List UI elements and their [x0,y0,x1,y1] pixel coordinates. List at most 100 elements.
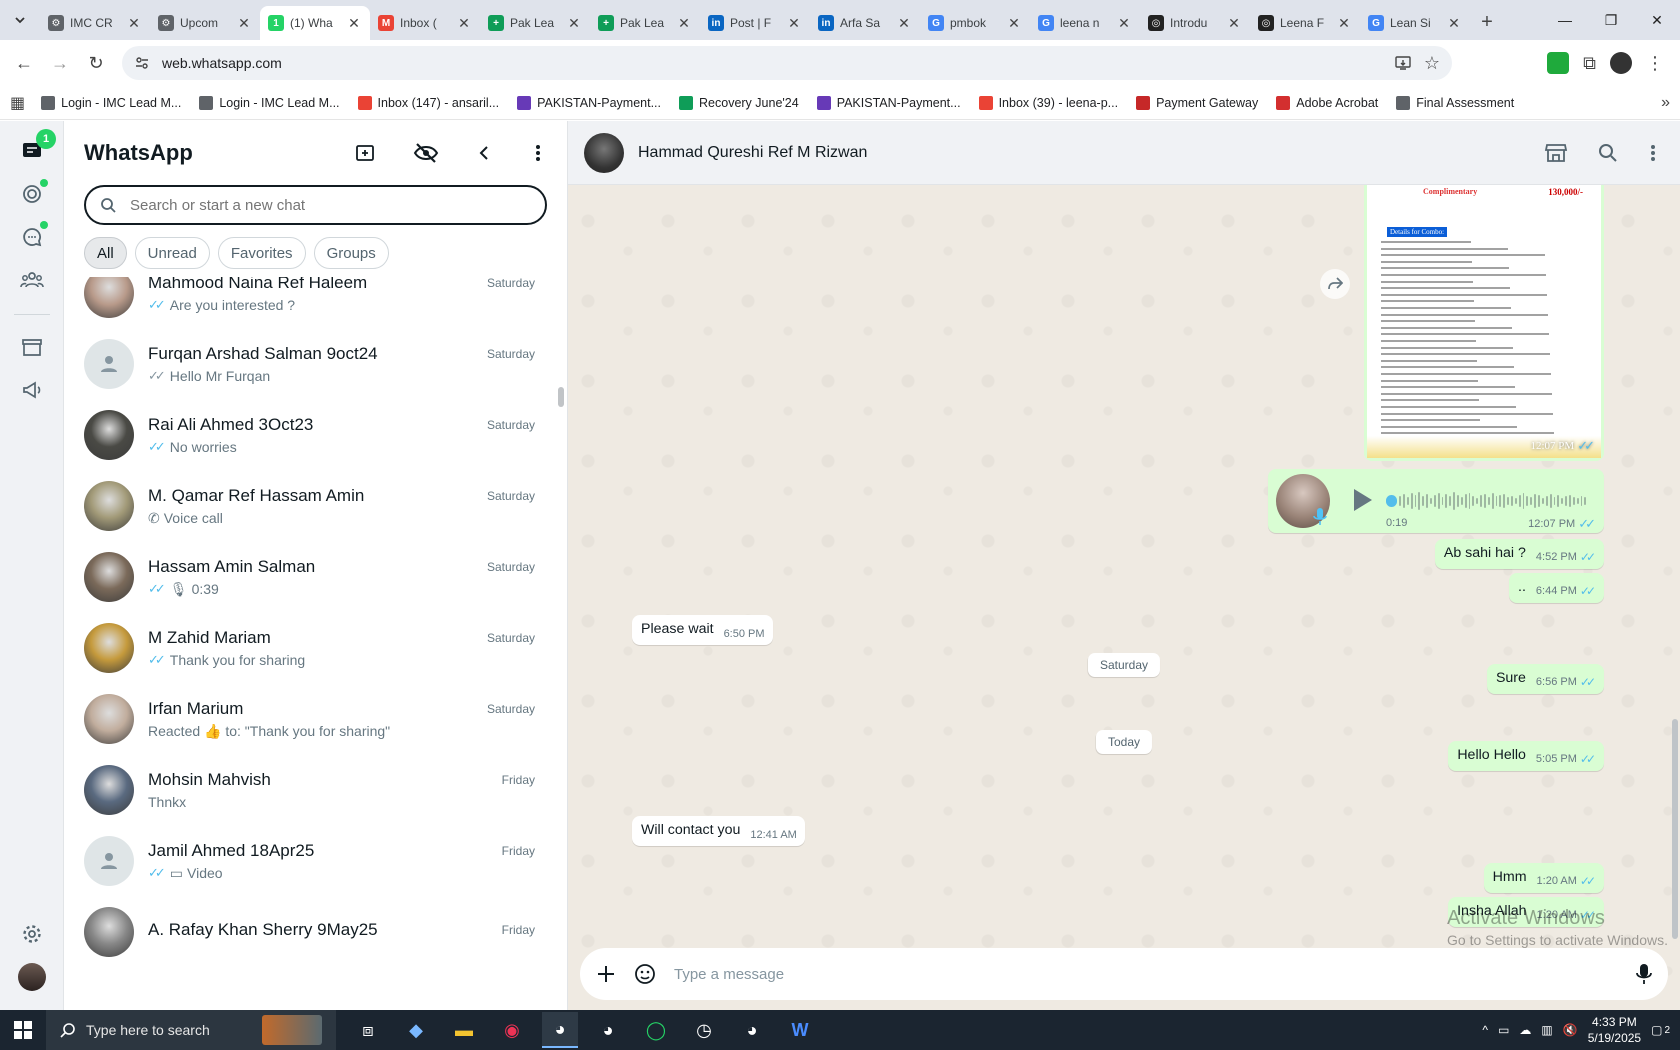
chat-list-item[interactable]: Jamil Ahmed 18Apr25 Friday ✓✓ ▭ Video [64,823,555,899]
chrome-menu-icon[interactable]: ⋮ [1646,53,1664,74]
contact-avatar[interactable] [584,132,624,173]
contact-name[interactable]: Hammad Qureshi Ref M Rizwan [638,144,1544,162]
outgoing-message[interactable]: Hello Hello 5:05 PM ✓✓ [1448,741,1604,771]
voice-waveform[interactable] [1386,491,1587,511]
conversation-header[interactable]: Hammad Qureshi Ref M Rizwan [568,121,1680,185]
close-tab-icon[interactable]: ✕ [786,15,802,32]
browser-tab[interactable]: in Arfa Sa ✕ [810,6,920,40]
browser-tab[interactable]: ⚙ Upcom ✕ [150,6,260,40]
browser-tab[interactable]: G Lean Si ✕ [1360,6,1470,40]
document-image[interactable]: Complimentary 130,000/- Details for Comb… [1367,185,1601,458]
close-window-button[interactable]: ✕ [1634,0,1680,40]
filter-chip-unread[interactable]: Unread [134,237,210,269]
sticker-emoji-icon[interactable] [634,963,656,985]
close-tab-icon[interactable]: ✕ [566,15,582,32]
volume-muted-icon[interactable]: 🔇 [1563,1023,1578,1037]
message-input[interactable]: Type a message [674,966,1618,983]
task-view-icon[interactable]: ⧈ [350,1012,386,1048]
close-tab-icon[interactable]: ✕ [1226,15,1242,32]
outgoing-message[interactable]: .. 6:44 PM ✓✓ [1509,573,1604,603]
bookmark-item[interactable]: Inbox (147) - ansaril... [357,95,499,110]
filter-chip-favorites[interactable]: Favorites [217,237,306,269]
apps-grid-icon[interactable]: ▦ [10,93,25,113]
close-tab-icon[interactable]: ✕ [126,15,142,32]
bookmark-item[interactable]: Adobe Acrobat [1276,95,1378,110]
meet-now-icon[interactable]: ▭ [1498,1023,1509,1037]
browser-tab[interactable]: Gpmbok ✕ [920,6,1030,40]
hidden-eye-icon[interactable] [413,142,439,164]
search-messages-icon[interactable] [1598,143,1618,163]
incoming-message[interactable]: Please wait 6:50 PM [632,615,773,645]
image-message[interactable]: Complimentary 130,000/- Details for Comb… [1364,185,1604,461]
filter-chip-groups[interactable]: Groups [313,237,389,269]
menu-dots-icon[interactable] [529,143,547,163]
onedrive-icon[interactable]: ☁ [1519,1023,1531,1037]
bookmark-item[interactable]: Login - IMC Lead M... [41,95,181,110]
tab-search-button[interactable] [0,0,40,40]
browser-tab[interactable]: M Inbox (✕ [370,6,480,40]
business-tools-icon[interactable] [16,331,48,363]
browser-tab[interactable]: ◎ Leena F ✕ [1250,6,1360,40]
browser-tab[interactable]: 1 (1) Wha ✕ [260,6,370,40]
chat-list-item[interactable]: M. Qamar Ref Hassam Amin Saturday ✆ Voice c… [64,468,555,544]
taskbar-search[interactable]: Type here to search [46,1010,336,1050]
clock-app-icon[interactable]: ◷ [686,1012,722,1048]
ads-megaphone-icon[interactable] [16,374,48,406]
conversation-scrollbar[interactable] [1672,719,1678,939]
communities-icon[interactable] [16,264,48,296]
chrome-alt-icon[interactable]: ◕ [734,1012,770,1048]
chrome-profile-icon[interactable]: ◕ [590,1012,626,1048]
extensions-icon[interactable]: ⧉ [1583,53,1596,74]
bookmark-item[interactable]: Final Assessment [1396,95,1514,110]
chat-list-scrollbar[interactable] [558,387,564,407]
bookmark-item[interactable]: PAKISTAN-Payment... [517,95,661,110]
notifications-icon[interactable]: ▢ 2 [1651,1023,1670,1037]
chat-list-item[interactable]: A. Rafay Khan Sherry 9May25 Friday [64,894,555,970]
close-tab-icon[interactable]: ✕ [456,15,472,32]
bookmark-item[interactable]: Recovery June'24 [679,95,799,110]
browser-tab[interactable]: + Pak Lea ✕ [590,6,700,40]
filter-chip-all[interactable]: All [84,237,127,269]
close-tab-icon[interactable]: ✕ [676,15,692,32]
bookmark-item[interactable]: Login - IMC Lead M... [199,95,340,110]
whatsapp-extension-icon[interactable] [1547,52,1570,74]
close-tab-icon[interactable]: ✕ [236,15,252,32]
chat-list-item[interactable]: Mahmood Naina Ref Haleem Saturday ✓✓ Are yo… [64,277,555,331]
close-tab-icon[interactable]: ✕ [346,15,362,32]
conversation-menu-icon[interactable] [1648,143,1658,163]
bookmark-item[interactable]: Payment Gateway [1136,95,1258,110]
profile-avatar[interactable] [1610,52,1632,74]
minimize-window-button[interactable]: — [1542,0,1588,40]
close-tab-icon[interactable]: ✕ [1006,15,1022,32]
pinned-app-icon[interactable]: ◉ [494,1012,530,1048]
browser-tab[interactable]: Gleena n ✕ [1030,6,1140,40]
system-clock[interactable]: 4:33 PM 5/19/2025 [1588,1014,1641,1046]
install-app-icon[interactable] [1394,54,1412,72]
close-tab-icon[interactable]: ✕ [1336,15,1352,32]
close-tab-icon[interactable]: ✕ [896,15,912,32]
network-icon[interactable]: ▥ [1541,1023,1552,1037]
chat-list-item[interactable]: Rai Ali Ahmed 3Oct23 Saturday ✓✓ No worries [64,397,555,473]
file-explorer-icon[interactable]: ▬ [446,1012,482,1048]
forward-icon[interactable] [1320,269,1350,299]
forward-button[interactable]: → [44,47,76,79]
browser-tab[interactable]: + Pak Lea ✕ [480,6,590,40]
play-icon[interactable] [1350,487,1374,513]
omnibox[interactable]: web.whatsapp.com ☆ [122,46,1452,80]
outgoing-message[interactable]: Ab sahi hai ? 4:52 PM ✓✓ [1434,539,1604,569]
profile-avatar-button[interactable] [16,961,48,993]
collapse-chevron-icon[interactable] [475,144,493,162]
settings-gear-icon[interactable] [16,918,48,950]
chat-list-item[interactable]: M Zahid Mariam Saturday ✓✓ Thank you for sh… [64,610,555,686]
browser-tab[interactable]: ⚙ IMC CR ✕ [40,6,150,40]
chat-list-item[interactable]: Hassam Amin Salman Saturday ✓✓ 🎙 0:39 [64,539,555,615]
outgoing-message[interactable]: Hmm 1:20 AM ✓✓ [1483,863,1604,893]
back-button[interactable]: ← [8,47,40,79]
whatsapp-icon[interactable]: ◯ [638,1012,674,1048]
catalog-store-icon[interactable] [1544,142,1568,164]
bookmark-star-icon[interactable]: ☆ [1424,53,1440,74]
incoming-message[interactable]: Will contact you 12:41 AM [632,816,805,846]
browser-tab[interactable]: ◎ Introdu ✕ [1140,6,1250,40]
chat-list-item[interactable]: Irfan Marium Saturday Reacted 👍 to: "Thank… [64,681,555,757]
microphone-record-icon[interactable] [1636,963,1652,985]
